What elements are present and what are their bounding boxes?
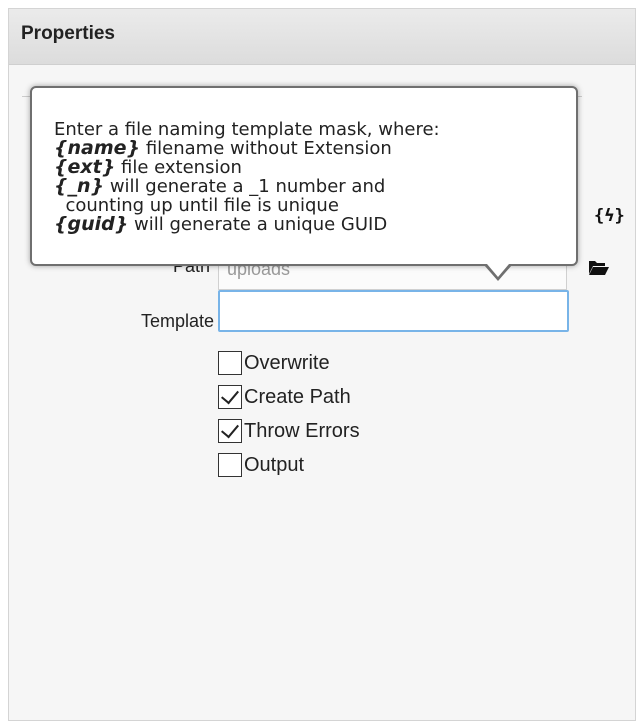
tooltip-line-guid: {guid} will generate a unique GUID — [54, 213, 388, 235]
panel-title: Properties — [21, 23, 115, 44]
panel-header: Properties — [9, 9, 635, 65]
tooltip-text: Enter a file naming template mask, where… — [54, 120, 440, 234]
template-label: Template — [140, 311, 214, 331]
template-help-tooltip: Enter a file naming template mask, where… — [30, 86, 578, 281]
template-input[interactable] — [218, 290, 569, 332]
overwrite-checkbox-box[interactable] — [218, 351, 242, 375]
create-path-label: Create Path — [244, 385, 351, 408]
throw-errors-checkbox[interactable]: Throw Errors — [218, 418, 360, 444]
create-path-checkbox-box[interactable] — [218, 385, 242, 409]
output-label: Output — [244, 453, 305, 476]
tooltip-line-ext: {ext} file extension — [54, 156, 242, 178]
throw-errors-label: Throw Errors — [244, 419, 360, 442]
folder-open-icon[interactable] — [588, 258, 610, 281]
overwrite-label: Overwrite — [244, 351, 330, 374]
variable-icon[interactable]: {ϟ} — [594, 206, 625, 226]
tooltip-line-n: {_n} will generate a _1 number and — [54, 175, 386, 197]
overwrite-checkbox[interactable]: Overwrite — [218, 350, 330, 376]
create-path-checkbox[interactable]: Create Path — [218, 384, 351, 410]
throw-errors-checkbox-box[interactable] — [218, 419, 242, 443]
output-checkbox-box[interactable] — [218, 453, 242, 477]
output-checkbox[interactable]: Output — [218, 452, 304, 478]
